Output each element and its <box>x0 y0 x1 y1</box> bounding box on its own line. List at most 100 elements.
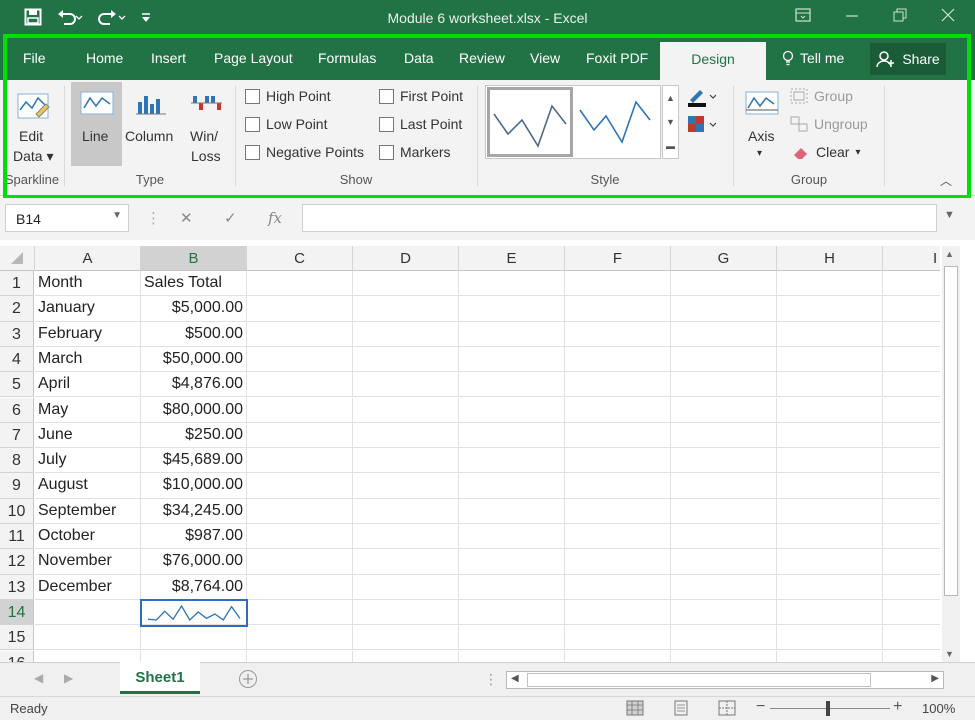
last-point-checkbox[interactable]: Last Point <box>379 116 462 132</box>
cell[interactable] <box>459 625 565 651</box>
cell[interactable] <box>353 397 459 423</box>
tell-me-search[interactable]: Tell me <box>782 50 844 66</box>
scroll-up-icon[interactable]: ▲ <box>945 249 954 259</box>
axis-dropdown-icon[interactable]: ▾ <box>757 148 762 159</box>
cell[interactable] <box>565 549 671 575</box>
page-break-view-icon[interactable] <box>718 700 736 719</box>
insert-function-icon[interactable]: fx <box>268 209 282 227</box>
cell[interactable] <box>671 448 777 474</box>
cell[interactable]: January <box>35 296 141 322</box>
cell[interactable] <box>883 600 940 626</box>
tab-home[interactable]: Home <box>86 50 123 66</box>
cell[interactable] <box>247 524 353 550</box>
cell[interactable] <box>883 372 940 398</box>
scroll-down-icon[interactable]: ▼ <box>945 649 954 659</box>
tab-view[interactable]: View <box>530 50 560 66</box>
sparkline-color-button[interactable] <box>686 86 717 111</box>
cell[interactable] <box>883 322 940 347</box>
cell[interactable] <box>565 498 671 524</box>
cell[interactable]: May <box>35 397 141 423</box>
row-header[interactable]: 6 <box>0 397 34 423</box>
cell[interactable] <box>777 321 883 347</box>
cell[interactable]: Sales Total <box>141 271 247 297</box>
cell[interactable] <box>353 524 459 550</box>
zoom-out-icon[interactable]: − <box>756 698 765 716</box>
cell[interactable] <box>671 498 777 524</box>
tab-page-layout[interactable]: Page Layout <box>214 50 293 66</box>
cell[interactable] <box>247 346 353 373</box>
cell[interactable] <box>777 524 883 550</box>
cell[interactable] <box>565 321 671 347</box>
vertical-scrollbar[interactable]: ▲ ▼ <box>942 246 960 662</box>
tab-formulas[interactable]: Formulas <box>318 50 376 66</box>
low-point-checkbox[interactable]: Low Point <box>245 116 327 132</box>
cell[interactable] <box>353 448 459 474</box>
cell[interactable] <box>459 549 565 575</box>
cell[interactable]: $10,000.00 <box>141 473 247 499</box>
cell[interactable] <box>671 321 777 347</box>
cell[interactable] <box>883 423 940 449</box>
winloss-type-button[interactable] <box>189 90 223 121</box>
column-header-d[interactable]: D <box>353 246 459 271</box>
scroll-left-icon[interactable]: ◀ <box>511 673 519 684</box>
cell[interactable]: $76,000.00 <box>141 549 247 575</box>
cell[interactable] <box>565 346 671 373</box>
tab-insert[interactable]: Insert <box>151 50 186 66</box>
cell[interactable] <box>565 448 671 474</box>
cell[interactable] <box>565 625 671 651</box>
cell[interactable] <box>353 498 459 524</box>
cell[interactable] <box>883 347 940 373</box>
ribbon-display-options-icon[interactable] <box>795 8 811 25</box>
cell[interactable]: June <box>35 422 141 449</box>
horizontal-scroll-thumb[interactable] <box>527 673 871 687</box>
cell[interactable] <box>883 651 940 663</box>
markers-checkbox[interactable]: Markers <box>379 144 451 160</box>
cell[interactable] <box>883 499 940 524</box>
cell[interactable] <box>141 625 247 651</box>
horizontal-scrollbar[interactable]: ◀ ▶ <box>506 671 944 689</box>
cell[interactable] <box>353 271 459 297</box>
cell[interactable] <box>565 271 671 297</box>
row-header[interactable]: 2 <box>0 296 34 322</box>
cell[interactable] <box>671 422 777 449</box>
cell[interactable] <box>777 372 883 398</box>
cell[interactable] <box>459 448 565 474</box>
sheet-next-icon[interactable]: ▶ <box>64 671 73 685</box>
high-point-checkbox[interactable]: High Point <box>245 88 331 104</box>
cell[interactable] <box>247 625 353 651</box>
cell[interactable] <box>353 473 459 499</box>
cell[interactable] <box>247 422 353 449</box>
cell[interactable]: $34,245.00 <box>141 498 247 524</box>
cell[interactable] <box>353 296 459 322</box>
cell[interactable] <box>671 397 777 423</box>
row-header[interactable]: 4 <box>0 346 34 373</box>
cell[interactable] <box>353 574 459 600</box>
cell[interactable] <box>247 321 353 347</box>
zoom-slider-track[interactable] <box>770 708 890 709</box>
cell[interactable] <box>777 346 883 373</box>
cell[interactable]: $45,689.00 <box>141 448 247 474</box>
cell[interactable] <box>459 422 565 449</box>
cell[interactable] <box>777 549 883 575</box>
cell[interactable] <box>247 549 353 575</box>
cell[interactable] <box>247 448 353 474</box>
cell[interactable]: April <box>35 372 141 398</box>
cell[interactable] <box>459 346 565 373</box>
column-header-i[interactable]: I <box>883 246 940 271</box>
column-header-e[interactable]: E <box>459 246 565 271</box>
cell[interactable] <box>353 625 459 651</box>
name-box-dropdown-icon[interactable]: ▼ <box>112 210 122 221</box>
cell[interactable] <box>671 574 777 600</box>
new-sheet-button[interactable] <box>238 669 258 692</box>
cell[interactable] <box>671 650 777 662</box>
ungroup-button[interactable]: Ungroup <box>790 116 868 132</box>
cell[interactable] <box>671 625 777 651</box>
cell[interactable] <box>353 422 459 449</box>
minimize-icon[interactable] <box>845 8 859 25</box>
cell[interactable]: $987.00 <box>141 524 247 550</box>
cell[interactable] <box>35 650 141 662</box>
cell[interactable] <box>247 296 353 322</box>
cell[interactable] <box>777 650 883 662</box>
selected-cell-b14[interactable] <box>140 599 248 627</box>
cell[interactable] <box>671 549 777 575</box>
